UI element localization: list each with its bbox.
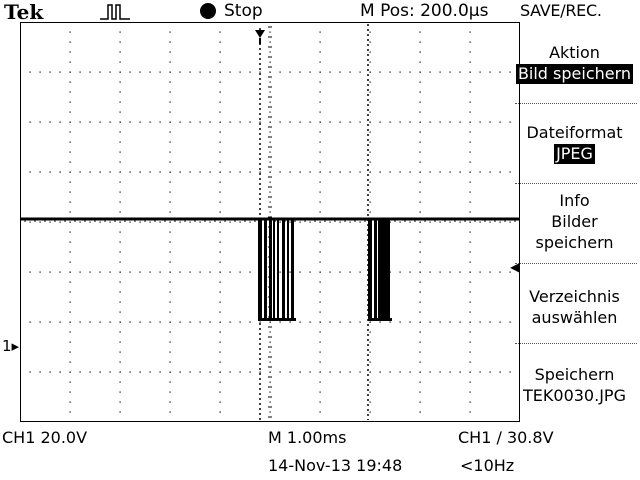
run-status: Stop: [224, 1, 263, 21]
menu-directory-line2: auswählen: [531, 308, 618, 327]
menu-directory-button[interactable]: Verzeichnis auswählen: [509, 286, 640, 328]
ch1-scale-readout: CH1 20.0V: [2, 428, 88, 447]
date-time-readout: 14-Nov-13 19:48: [268, 456, 403, 475]
menu-title: SAVE/REC.: [520, 1, 602, 20]
oscilloscope-screen: Tek Stop M Pos: 200.0µs SAVE/REC. 1▸ ◀ A…: [0, 0, 640, 480]
menu-file-format-label: Dateiformat: [526, 123, 623, 142]
menu-save-line1: Speichern: [534, 365, 615, 384]
menu-info-line2: Bilder: [551, 212, 598, 231]
menu-action-button[interactable]: Aktion Bild speichern: [509, 42, 640, 84]
menu-action-label: Aktion: [549, 43, 600, 62]
menu-directory-line1: Verzeichnis: [529, 287, 620, 306]
menu-divider: [515, 183, 637, 184]
ch1-ground-marker: 1▸: [2, 337, 20, 355]
trigger-frequency-readout: <10Hz: [460, 456, 515, 475]
menu-divider: [515, 343, 637, 344]
menu-divider: [515, 103, 637, 104]
trigger-readout: CH1 ∕ 30.8V: [458, 428, 554, 447]
menu-divider: [515, 263, 637, 264]
menu-file-format-value: JPEG: [554, 144, 595, 164]
ch1-pulse-trace: [258, 219, 392, 321]
waveform-graticule: [20, 22, 520, 422]
menu-save-button[interactable]: Speichern TEK0030.JPG: [509, 364, 640, 406]
run-status-dot-icon: [200, 3, 216, 19]
pulse-trigger-icon: [100, 3, 130, 24]
save-recall-menu: Aktion Bild speichern Dateiformat JPEG I…: [509, 22, 640, 422]
brand-logo: Tek: [4, 0, 44, 24]
timebase-readout: M 1.00ms: [268, 428, 347, 447]
menu-save-filename: TEK0030.JPG: [523, 386, 626, 405]
menu-info-line3: speichern: [535, 233, 614, 252]
menu-file-format-button[interactable]: Dateiformat JPEG: [509, 122, 640, 164]
trigger-position-marker-icon: [255, 30, 265, 38]
menu-info-line1: Info: [559, 191, 590, 210]
menu-action-value: Bild speichern: [515, 64, 634, 84]
horizontal-position: M Pos: 200.0µs: [360, 1, 489, 21]
menu-info-button[interactable]: Info Bilder speichern: [509, 190, 640, 253]
